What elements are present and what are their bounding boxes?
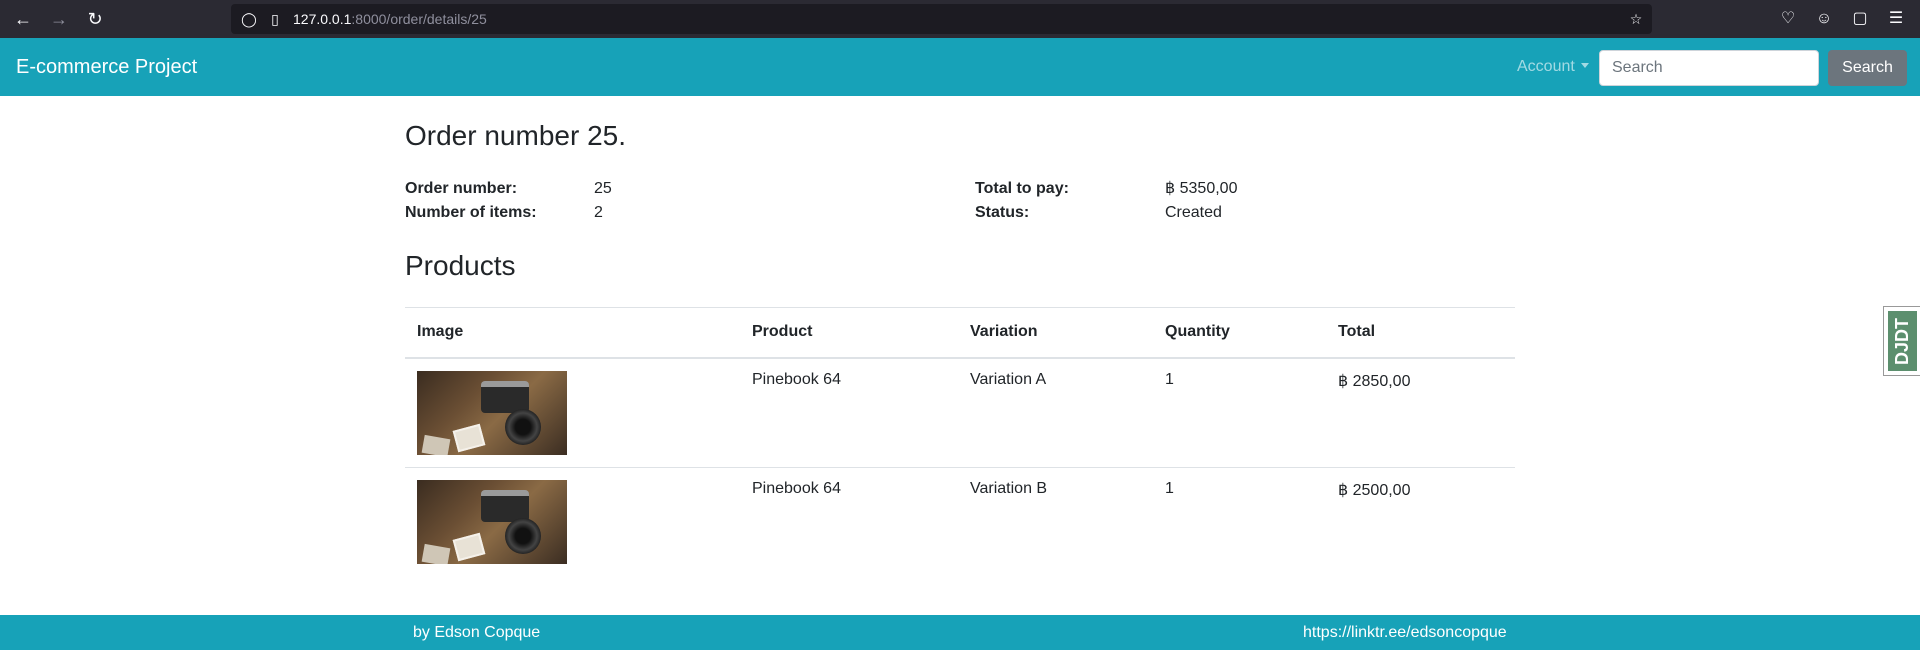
product-quantity: 1: [1165, 370, 1174, 388]
table-row: Pinebook 64 Variation A 1 ฿ 2850,00: [405, 358, 1515, 468]
account-icon[interactable]: ☺: [1813, 8, 1835, 30]
column-header-total: Total: [1326, 307, 1515, 359]
products-table: Image Product Variation Quantity Total P…: [405, 307, 1515, 576]
site-navbar: E-commerce Project Account Search: [0, 38, 1920, 96]
django-debug-toolbar-handle[interactable]: DJDT: [1883, 306, 1920, 376]
status-label: Status:: [975, 204, 1030, 221]
items-value: 2: [594, 204, 603, 221]
photo-print-icon: [421, 543, 451, 564]
footer-author: by Edson Copque: [413, 624, 541, 641]
column-header-quantity: Quantity: [1153, 307, 1326, 359]
product-name: Pinebook 64: [740, 466, 958, 576]
product-total: ฿ 2500,00: [1326, 466, 1515, 576]
column-header-variation: Variation: [958, 307, 1153, 359]
product-name: Pinebook 64: [752, 370, 841, 388]
product-total: ฿ 2850,00: [1338, 372, 1411, 390]
reload-icon[interactable]: ↻: [84, 8, 106, 30]
photo-print-icon: [452, 423, 486, 452]
items-label: Number of items:: [405, 204, 537, 221]
product-image[interactable]: [417, 370, 567, 455]
camera-lens-icon: [505, 517, 541, 554]
product-quantity: 1: [1153, 466, 1326, 576]
photo-print-icon: [452, 532, 486, 561]
camera-lens-icon: [505, 408, 541, 445]
url-host: 127.0.0.1: [293, 11, 352, 27]
product-image-cell: [405, 358, 740, 468]
extensions-icon[interactable]: ▢: [1849, 8, 1871, 30]
status-value: Created: [1165, 204, 1222, 221]
browser-toolbar: ← → ↻ ◯ ▯ 127.0.0.1:8000/order/details/2…: [0, 0, 1920, 38]
page-title: Order number 25.: [405, 120, 626, 151]
order-number-label: Order number:: [405, 180, 518, 197]
brand-link[interactable]: E-commerce Project: [16, 38, 197, 96]
url-path: :8000/order/details/25: [351, 11, 487, 27]
table-header-row: Image Product Variation Quantity Total: [405, 307, 1515, 359]
footer-link[interactable]: https://linktr.ee/edsoncopque: [1303, 615, 1507, 650]
photo-print-icon: [421, 434, 451, 455]
column-header-product: Product: [740, 307, 958, 359]
table-row: Pinebook 64 Variation B 1 ฿ 2500,00: [405, 466, 1515, 576]
total-row: Total to pay:: [975, 177, 1069, 201]
site-footer: by Edson Copque https://linktr.ee/edsonc…: [0, 615, 1920, 650]
account-dropdown[interactable]: Account: [1517, 38, 1589, 96]
url-text[interactable]: 127.0.0.1:8000/order/details/25: [293, 4, 487, 34]
search-button[interactable]: Search: [1828, 50, 1907, 86]
camera-body-icon: [481, 489, 529, 522]
djdt-label: DJDT: [1888, 311, 1917, 371]
column-header-image: Image: [405, 307, 740, 359]
search-input[interactable]: [1599, 50, 1819, 86]
products-title: Products: [405, 250, 516, 281]
order-number-row: Order number:: [405, 177, 517, 201]
total-value: ฿ 5350,00: [1165, 180, 1238, 197]
total-label: Total to pay:: [975, 180, 1069, 197]
order-number-value: 25: [594, 180, 612, 197]
camera-body-icon: [481, 380, 529, 413]
address-bar[interactable]: ◯ ▯ 127.0.0.1:8000/order/details/25 ☆: [231, 4, 1652, 34]
product-image[interactable]: [417, 479, 567, 564]
page-info-icon[interactable]: ▯: [267, 11, 283, 27]
product-image-cell: [405, 466, 740, 576]
shield-icon[interactable]: ◯: [241, 11, 257, 27]
product-variation: Variation A: [970, 370, 1047, 388]
product-variation: Variation B: [958, 466, 1153, 576]
account-label: Account: [1517, 58, 1575, 75]
menu-icon[interactable]: ☰: [1885, 8, 1907, 30]
forward-icon[interactable]: →: [48, 8, 70, 30]
bookmark-star-icon[interactable]: ☆: [1628, 11, 1644, 27]
status-row: Status:: [975, 201, 1029, 225]
items-row: Number of items:: [405, 201, 537, 225]
pocket-icon[interactable]: ♡: [1777, 8, 1799, 30]
caret-down-icon: [1580, 63, 1589, 68]
back-icon[interactable]: ←: [12, 8, 34, 30]
